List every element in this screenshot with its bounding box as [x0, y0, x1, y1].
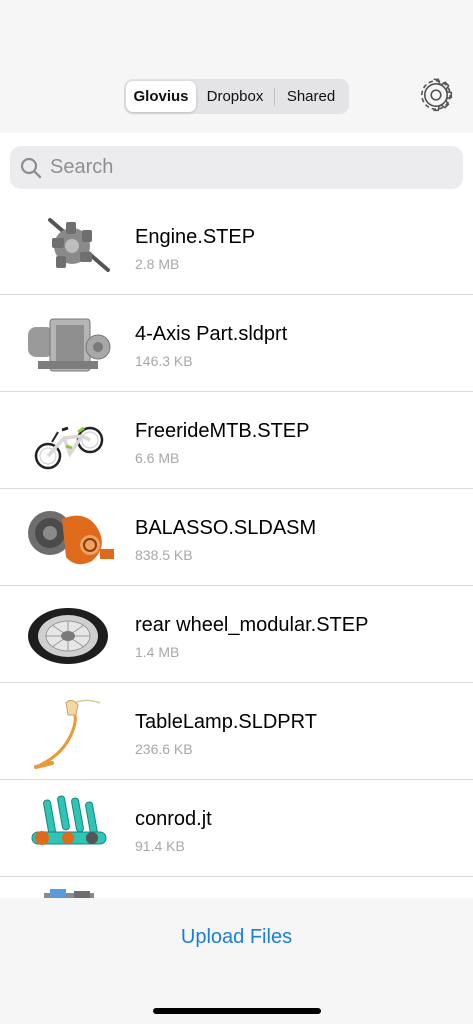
- upload-files-button[interactable]: Upload Files: [0, 926, 473, 949]
- file-size: 1.4 MB: [135, 644, 180, 660]
- file-row-engine[interactable]: Engine.STEP 2.8 MB: [0, 198, 473, 295]
- conrod-thumbnail: [31, 795, 107, 845]
- file-name: rear wheel_modular.STEP: [135, 614, 369, 636]
- engine-thumbnail: [48, 218, 110, 272]
- gear-icon[interactable]: [418, 77, 454, 113]
- file-size: 838.5 KB: [135, 547, 193, 563]
- file-size: 236.6 KB: [135, 741, 193, 757]
- file-size: 146.3 KB: [135, 353, 193, 369]
- file-name: Engine.STEP: [135, 226, 256, 248]
- file-size: 6.6 MB: [135, 450, 180, 466]
- file-name: conrod.jt: [135, 808, 212, 830]
- top-bar: Glovius Dropbox Shared: [0, 0, 473, 133]
- home-indicator: [153, 1008, 321, 1014]
- file-name: BALASSO.SLDASM: [135, 517, 317, 539]
- search-section: [0, 133, 473, 198]
- search-input[interactable]: [50, 156, 430, 179]
- file-list: Engine.STEP 2.8 MB 4-Axis Part.sldprt 14…: [0, 198, 473, 898]
- search-icon: [20, 157, 42, 178]
- wheel-thumbnail: [28, 608, 108, 664]
- search-bar[interactable]: [10, 146, 463, 189]
- file-name: TableLamp.SLDPRT: [135, 711, 317, 733]
- file-name: FreerideMTB.STEP: [135, 420, 310, 442]
- tab-shared[interactable]: Shared: [275, 81, 347, 112]
- partial-thumbnail: [44, 889, 94, 898]
- bottom-bar: Upload Files: [0, 898, 473, 1024]
- file-row-partial[interactable]: [0, 877, 473, 898]
- tab-glovius[interactable]: Glovius: [126, 81, 196, 112]
- file-row-4-axis-part[interactable]: 4-Axis Part.sldprt 146.3 KB: [0, 295, 473, 392]
- source-segmented-control: Glovius Dropbox Shared: [124, 79, 349, 114]
- file-row-table-lamp[interactable]: TableLamp.SLDPRT 236.6 KB: [0, 683, 473, 780]
- file-row-conrod[interactable]: conrod.jt 91.4 KB: [0, 780, 473, 877]
- file-size: 2.8 MB: [135, 256, 180, 272]
- turbo-thumbnail: [28, 511, 114, 565]
- file-name: 4-Axis Part.sldprt: [135, 323, 288, 345]
- part-thumbnail: [28, 318, 111, 372]
- bike-thumbnail: [34, 426, 104, 470]
- file-row-freeride-mtb[interactable]: FreerideMTB.STEP 6.6 MB: [0, 392, 473, 489]
- file-size: 91.4 KB: [135, 838, 185, 854]
- file-row-balasso[interactable]: BALASSO.SLDASM 838.5 KB: [0, 489, 473, 586]
- file-row-rear-wheel[interactable]: rear wheel_modular.STEP 1.4 MB: [0, 586, 473, 683]
- lamp-thumbnail: [34, 699, 101, 769]
- tab-dropbox[interactable]: Dropbox: [196, 81, 274, 112]
